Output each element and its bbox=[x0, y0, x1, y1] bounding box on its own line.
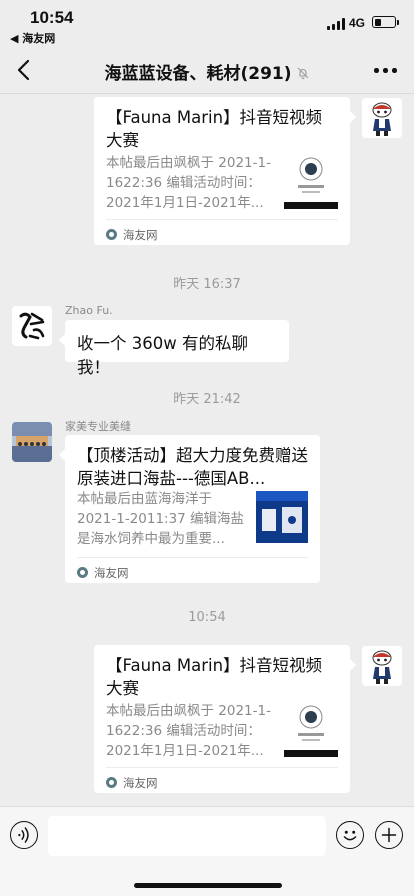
timestamp: 10:54 bbox=[188, 610, 226, 625]
card-thumbnail bbox=[284, 703, 338, 757]
zhao-avatar[interactable] bbox=[12, 306, 52, 346]
card-description: 本帖最后由蓝海海洋于 2021-1-2011:37 编辑海盐是海水饲养中最为重要… bbox=[77, 491, 245, 547]
source-logo-icon bbox=[106, 229, 117, 240]
voice-icon[interactable] bbox=[10, 821, 38, 849]
card-divider bbox=[77, 557, 308, 558]
card-source: 海友网 bbox=[77, 565, 129, 581]
status-time: 10:54 bbox=[30, 8, 74, 27]
card-source-label: 海友网 bbox=[94, 566, 129, 580]
card-source: 海友网 bbox=[106, 227, 158, 243]
card-source-label: 海友网 bbox=[123, 228, 158, 242]
cartoon-avatar-icon bbox=[362, 98, 402, 138]
plus-icon[interactable] bbox=[375, 821, 403, 849]
status-bar: 10:54 ◀ 海友网 4G bbox=[0, 0, 414, 46]
chat-title: 海蓝蓝设备、耗材(291) bbox=[0, 59, 414, 84]
card-description: 本帖最后由飒枫于 2021-1-1622:36 编辑活动时间：2021年1月1日… bbox=[106, 155, 271, 211]
chat-area[interactable]: 【Fauna Marin】抖音短视频大赛 本帖最后由飒枫于 2021-1-162… bbox=[0, 94, 414, 806]
card-title: 【Fauna Marin】抖音短视频大赛 bbox=[106, 108, 323, 150]
battery-tip bbox=[397, 20, 399, 25]
battery-icon bbox=[372, 16, 396, 28]
card-thumbnail bbox=[256, 491, 308, 543]
home-indicator[interactable] bbox=[134, 883, 282, 888]
mute-bell-icon bbox=[297, 67, 308, 80]
card-description: 本帖最后由飒枫于 2021-1-1622:36 编辑活动时间：2021年1月1日… bbox=[106, 703, 271, 759]
card-divider bbox=[106, 219, 338, 220]
emoji-icon[interactable] bbox=[336, 821, 364, 849]
self-avatar[interactable] bbox=[362, 98, 402, 138]
signal-icon bbox=[327, 18, 345, 30]
link-card-1[interactable]: 【Fauna Marin】抖音短视频大赛 本帖最后由飒枫于 2021-1-162… bbox=[94, 97, 356, 245]
network-type: 4G bbox=[349, 16, 366, 30]
link-card-2[interactable]: 【顶楼活动】超大力度免费赠送原装进口海盐---德国AB... 本帖最后由蓝海海洋… bbox=[59, 435, 320, 583]
text-message-bubble[interactable]: 收一个 360w 有的私聊我！ bbox=[59, 320, 289, 377]
card-source-label: 海友网 bbox=[123, 776, 158, 790]
timestamp: 昨天 16:37 bbox=[173, 277, 241, 292]
card-source: 海友网 bbox=[106, 775, 158, 791]
calligraphy-avatar-icon bbox=[12, 306, 52, 346]
source-logo-icon bbox=[106, 777, 117, 788]
source-logo-icon bbox=[77, 567, 88, 578]
message-input[interactable] bbox=[48, 816, 326, 856]
timestamp: 昨天 21:42 bbox=[173, 392, 241, 407]
jiamei-avatar[interactable] bbox=[12, 422, 52, 462]
back-to-app-link[interactable]: ◀ 海友网 bbox=[10, 30, 55, 46]
sender-name: Zhao Fu. bbox=[65, 304, 113, 317]
self-avatar[interactable] bbox=[362, 646, 402, 686]
card-title: 【Fauna Marin】抖音短视频大赛 bbox=[106, 656, 323, 698]
sender-name: 家美专业美缝 bbox=[65, 420, 131, 433]
group-photo-avatar-icon bbox=[12, 422, 52, 462]
more-dots-icon[interactable] bbox=[374, 68, 398, 74]
chat-header: 海蓝蓝设备、耗材(291) bbox=[0, 46, 414, 94]
card-thumbnail bbox=[284, 155, 338, 209]
cartoon-avatar-icon bbox=[362, 646, 402, 686]
card-divider bbox=[106, 767, 338, 768]
card-title: 【顶楼活动】超大力度免费赠送原装进口海盐---德国AB... bbox=[77, 446, 308, 488]
link-card-3[interactable]: 【Fauna Marin】抖音短视频大赛 本帖最后由飒枫于 2021-1-162… bbox=[94, 645, 356, 793]
chat-title-text: 海蓝蓝设备、耗材(291) bbox=[104, 64, 292, 84]
